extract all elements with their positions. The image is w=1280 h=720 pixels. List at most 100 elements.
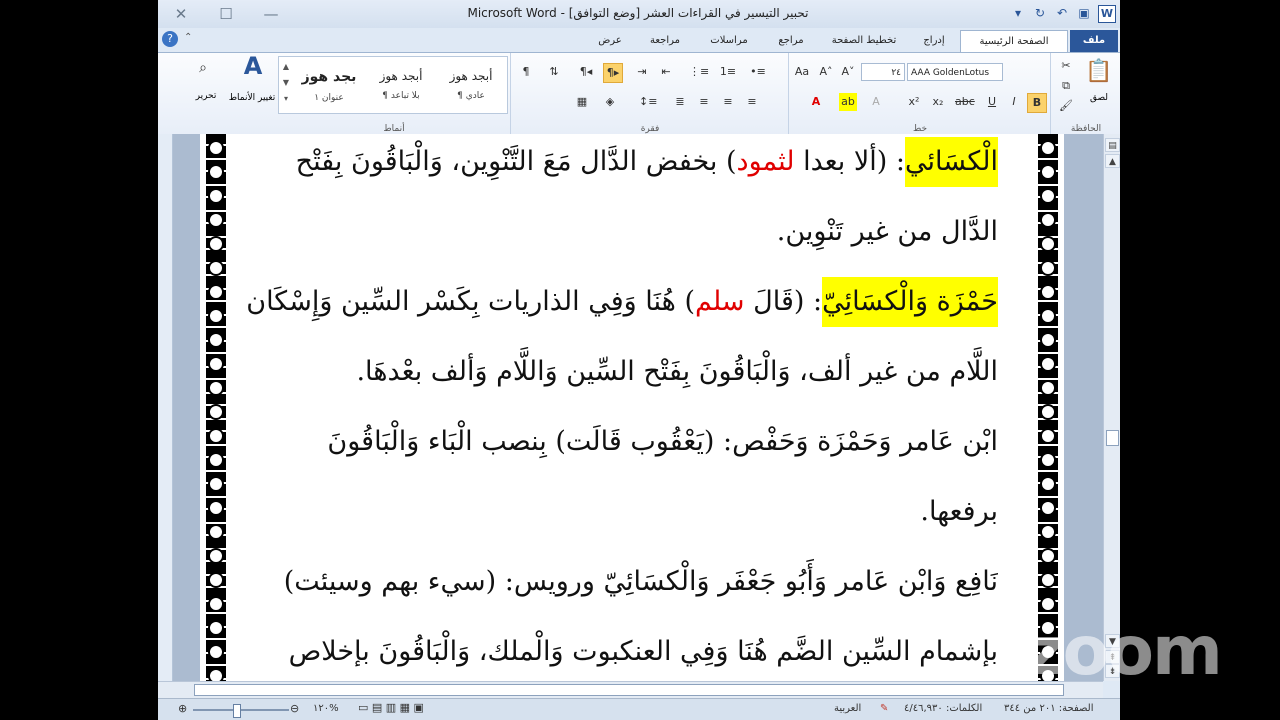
subscript-icon[interactable]: x₂ <box>929 93 947 111</box>
styles-scroll-icon[interactable]: ▲ ▼ ▾ <box>281 59 291 109</box>
horizontal-scroll-thumb[interactable] <box>194 684 1064 696</box>
paste-label[interactable]: لصق <box>1081 93 1117 103</box>
document-line[interactable]: برفعها. <box>248 487 998 557</box>
border-flower-icon <box>1040 332 1056 348</box>
border-flower-icon <box>208 524 224 540</box>
style-normal[interactable]: أبجد هوز ¶ عادي <box>435 59 507 109</box>
bold-icon[interactable]: B <box>1027 93 1047 113</box>
scroll-up-icon[interactable]: ▲ <box>1105 154 1120 168</box>
document-line[interactable]: الْكسَائي: (ألا بعدا لثمود) بخفض الدَّال… <box>248 137 998 207</box>
quran-word: لثمود <box>736 146 795 177</box>
italic-icon[interactable]: I <box>1005 93 1023 111</box>
border-flower-icon <box>1040 308 1056 324</box>
line-spacing-icon[interactable]: ↕≡ <box>639 93 657 111</box>
style-heading-1[interactable]: بجد هوز عنوان ١ <box>293 59 365 109</box>
highlight-icon[interactable]: ab <box>839 93 857 111</box>
tab-view[interactable]: عرض <box>588 30 632 52</box>
align-right-icon[interactable]: ≡ <box>695 93 713 111</box>
shrink-font-icon[interactable]: A˅ <box>839 63 857 81</box>
find-icon[interactable]: ⌕ <box>194 59 212 77</box>
quran-word: سلم <box>694 286 745 317</box>
undo-icon[interactable]: ↶ <box>1054 5 1070 21</box>
superscript-icon[interactable]: x² <box>905 93 923 111</box>
group-styles: ▲ ▼ ▾ بجد هوز عنوان ١ أبجد هوز ¶ بلا تباعد… <box>278 53 510 135</box>
copy-icon[interactable]: ⧉ <box>1057 77 1075 95</box>
border-flower-icon <box>1040 452 1056 468</box>
language-indicator[interactable]: العربية <box>834 703 861 714</box>
numbering-icon[interactable]: 1≡ <box>719 63 737 81</box>
status-bar: ⊕ ⊖ ١٢٠% ▭ ▤ ▥ ▦ ▣ العربية ✎ الكلمات: ٤/… <box>158 698 1120 720</box>
minimize-button[interactable]: — <box>258 4 284 24</box>
grow-font-icon[interactable]: A˄ <box>817 63 835 81</box>
customize-qat-icon[interactable]: ▾ <box>1010 5 1026 21</box>
zoom-level[interactable]: ١٢٠% <box>313 703 339 714</box>
document-text[interactable]: الْكسَائي: (ألا بعدا لثمود) بخفض الدَّال… <box>248 137 998 697</box>
font-size-combo[interactable]: ٢٤ <box>861 63 905 81</box>
border-flower-icon <box>1040 284 1056 300</box>
repeat-icon[interactable]: ↻ <box>1032 5 1048 21</box>
document-line[interactable]: الدَّال من غير تَنْوِين. <box>248 207 998 277</box>
align-left-icon[interactable]: ≡ <box>743 93 761 111</box>
text-run: برفعها. <box>920 496 998 527</box>
format-painter-icon[interactable]: 🖌 <box>1057 97 1075 115</box>
cut-icon[interactable]: ✂ <box>1057 57 1075 75</box>
tab-review[interactable]: مراجعة <box>640 30 690 52</box>
tab-home[interactable]: الصفحة الرئيسية <box>960 30 1068 53</box>
page-number[interactable]: الصفحة: ٢٠١ من ٣٤٤ <box>1004 703 1094 714</box>
save-icon[interactable]: ▣ <box>1076 5 1092 21</box>
restore-button[interactable]: ☐ <box>213 4 239 24</box>
justify-icon[interactable]: ≣ <box>671 93 689 111</box>
decrease-indent-icon[interactable]: ⇤ <box>657 63 675 81</box>
increase-indent-icon[interactable]: ⇥ <box>633 63 651 81</box>
text-effects-icon[interactable]: A <box>867 93 885 111</box>
word-logo-icon: W <box>1098 5 1116 23</box>
shading-icon[interactable]: ◈ <box>601 93 619 111</box>
tab-references[interactable]: مراجع <box>768 30 814 52</box>
ltr-paragraph-icon[interactable]: ¶▸ <box>603 63 623 83</box>
highlighted-reader-name: الْكسَائي <box>905 137 998 187</box>
zoom-in-icon[interactable]: ⊕ <box>178 702 187 715</box>
bullets-icon[interactable]: •≡ <box>749 63 767 81</box>
word-count[interactable]: الكلمات: ٤/٤٦,٩٣٠ <box>904 703 982 714</box>
ruler-toggle-icon[interactable]: ▤ <box>1105 138 1120 152</box>
style-no-spacing[interactable]: أبجد هوز ¶ بلا تباعد <box>365 59 437 109</box>
border-flower-icon <box>208 644 224 660</box>
zoom-slider-knob[interactable] <box>233 704 242 718</box>
center-icon[interactable]: ≡ <box>719 93 737 111</box>
editing-button-label[interactable]: تحرير <box>186 91 226 101</box>
font-color-icon[interactable]: A <box>807 93 825 111</box>
tab-mailings[interactable]: مراسلات <box>698 30 760 52</box>
underline-icon[interactable]: U <box>983 93 1001 111</box>
vertical-scrollbar[interactable]: ▤ ▲ ▼ ⇞ ⇟ <box>1103 134 1120 681</box>
strikethrough-icon[interactable]: abc <box>955 93 975 111</box>
change-case-icon[interactable]: Aa <box>793 63 811 81</box>
border-flower-icon <box>208 284 224 300</box>
horizontal-scrollbar[interactable] <box>158 681 1103 699</box>
border-flower-icon <box>208 380 224 396</box>
change-styles-label[interactable]: تغيير الأنماط <box>228 93 276 104</box>
view-buttons-icon[interactable]: ▭ ▤ ▥ ▦ ▣ <box>358 701 424 714</box>
rtl-paragraph-icon[interactable]: ¶◂ <box>577 63 595 81</box>
text-run: بإشمام السِّين الضَّم هُنَا وَفِي العنكب… <box>288 636 998 667</box>
change-styles-icon[interactable]: A <box>240 54 266 78</box>
pilcrow-icon[interactable]: ¶ <box>517 63 535 81</box>
proofing-icon[interactable]: ✎ <box>880 703 888 714</box>
document-line[interactable]: اللَّام من غير ألف، وَالْبَاقُونَ بِفَتْ… <box>248 347 998 417</box>
border-flower-icon <box>1040 428 1056 444</box>
sort-icon[interactable]: ⇅ <box>545 63 563 81</box>
border-flower-icon <box>1040 380 1056 396</box>
tab-page-layout[interactable]: تخطيط الصفحة <box>822 30 906 52</box>
title-bar: ✕ ☐ — تحبير التيسير في القراءات العشر [و… <box>158 0 1120 28</box>
zoom-out-icon[interactable]: ⊖ <box>290 702 299 715</box>
scroll-thumb[interactable] <box>1106 430 1119 446</box>
close-button[interactable]: ✕ <box>168 4 194 24</box>
multilevel-list-icon[interactable]: ⋮≡ <box>689 63 709 81</box>
borders-icon[interactable]: ▦ <box>573 93 591 111</box>
tab-file[interactable]: ملف <box>1070 30 1118 52</box>
paste-icon[interactable]: 📋 <box>1085 57 1113 87</box>
tab-insert[interactable]: إدراج <box>914 30 954 52</box>
font-name-combo[interactable]: AAA GoldenLotus <box>907 63 1003 81</box>
document-line[interactable]: ابْن عَامر وَحَمْزَة وَحَفْص: (يَعْقُوب … <box>248 417 998 487</box>
document-line[interactable]: حَمْزَة وَالْكسَائِيّ: (قَالَ سلم) هُنَا… <box>248 277 998 347</box>
document-line[interactable]: نَافِع وَابْن عَامر وَأَبُو جَعْفَر وَال… <box>248 557 998 627</box>
